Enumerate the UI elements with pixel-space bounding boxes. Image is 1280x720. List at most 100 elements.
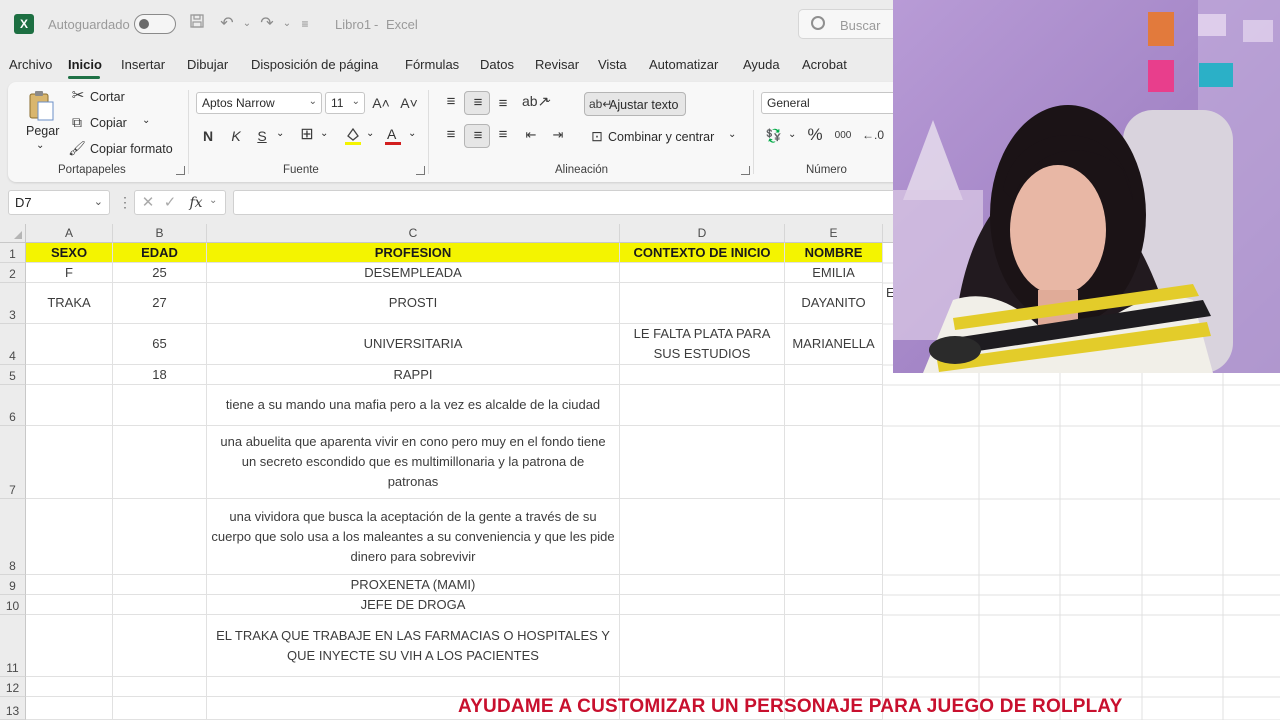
accounting-format-icon[interactable]: 💱 [764, 127, 784, 145]
cell-c7[interactable]: una abuelita que aparenta vivir en cono … [207, 426, 620, 499]
more-options-icon[interactable]: ⋮ [118, 194, 132, 211]
cell-a4[interactable] [26, 324, 113, 365]
cell-c11[interactable]: EL TRAKA QUE TRABAJE EN LAS FARMACIAS O … [207, 615, 620, 677]
undo-icon[interactable]: ↶ [216, 13, 238, 35]
copy-button[interactable]: Copiar [90, 116, 127, 130]
font-launcher-icon[interactable] [416, 166, 425, 175]
cell-a2[interactable]: F [26, 263, 113, 283]
cut-button[interactable]: Cortar [90, 90, 125, 104]
cell-a8[interactable] [26, 499, 113, 575]
tab-inicio[interactable]: Inicio [68, 57, 102, 72]
cell-d2[interactable] [620, 263, 785, 283]
cell-a13[interactable] [26, 697, 113, 720]
cell-c4[interactable]: UNIVERSITARIA [207, 324, 620, 365]
copy-dropdown-icon[interactable]: ⌄ [142, 115, 150, 126]
paste-icon[interactable] [27, 90, 55, 122]
cell-d9[interactable] [620, 575, 785, 595]
cell-d7[interactable] [620, 426, 785, 499]
cell-e11[interactable] [785, 615, 883, 677]
font-size-select[interactable]: 11 ⌄ [325, 92, 365, 114]
cell-b2[interactable]: 25 [113, 263, 207, 283]
column-header-a[interactable]: A [26, 224, 113, 243]
alignment-launcher-icon[interactable] [741, 166, 750, 175]
clipboard-launcher-icon[interactable] [176, 166, 185, 175]
row-header-13[interactable]: 13 [0, 697, 26, 720]
cell-a11[interactable] [26, 615, 113, 677]
cell-b4[interactable]: 65 [113, 324, 207, 365]
cell-e7[interactable] [785, 426, 883, 499]
cell-a9[interactable] [26, 575, 113, 595]
undo-dropdown-icon[interactable]: ⌄ [236, 13, 258, 35]
header-cell-sexo[interactable]: SEXO [26, 243, 113, 263]
tab-datos[interactable]: Datos [480, 57, 514, 72]
row-header-1[interactable]: 1 [0, 243, 26, 263]
row-header-8[interactable]: 8 [0, 499, 26, 575]
cell-d4[interactable]: LE FALTA PLATA PARA SUS ESTUDIOS [620, 324, 785, 365]
select-all-corner[interactable] [0, 224, 26, 243]
align-top-icon[interactable]: ≡ [442, 93, 460, 111]
cell-d11[interactable] [620, 615, 785, 677]
align-bottom-icon[interactable]: ≡ [494, 95, 512, 113]
cell-b9[interactable] [113, 575, 207, 595]
cell-a7[interactable] [26, 426, 113, 499]
cell-b6[interactable] [113, 385, 207, 426]
cell-a5[interactable] [26, 365, 113, 385]
row-header-7[interactable]: 7 [0, 426, 26, 499]
paste-dropdown-icon[interactable]: ⌄ [36, 140, 44, 151]
row-header-5[interactable]: 5 [0, 365, 26, 385]
cell-a3[interactable]: TRAKA [26, 283, 113, 324]
row-header-9[interactable]: 9 [0, 575, 26, 595]
header-cell-nombre[interactable]: NOMBRE [785, 243, 883, 263]
header-cell-profesion[interactable]: PROFESION [207, 243, 620, 263]
cell-b11[interactable] [113, 615, 207, 677]
cell-d12[interactable] [620, 677, 785, 697]
borders-dropdown-icon[interactable]: ⌄ [320, 128, 328, 139]
paste-button[interactable]: Pegar [26, 124, 59, 138]
cell-b12[interactable] [113, 677, 207, 697]
cell-e5[interactable] [785, 365, 883, 385]
cell-a6[interactable] [26, 385, 113, 426]
header-cell-contexto[interactable]: CONTEXTO DE INICIO [620, 243, 785, 263]
header-cell-edad[interactable]: EDAD [113, 243, 207, 263]
tab-archivo[interactable]: Archivo [9, 57, 52, 72]
column-header-b[interactable]: B [113, 224, 207, 243]
row-header-4[interactable]: 4 [0, 324, 26, 365]
column-header-e[interactable]: E [785, 224, 883, 243]
cell-c3[interactable]: PROSTI [207, 283, 620, 324]
row-header-12[interactable]: 12 [0, 677, 26, 697]
bold-button[interactable]: N [201, 127, 215, 145]
fx-dropdown-icon[interactable]: ⌄ [209, 195, 217, 206]
tab-acrobat[interactable]: Acrobat [802, 57, 847, 72]
row-header-6[interactable]: 6 [0, 385, 26, 426]
cancel-icon[interactable]: ✕ [141, 194, 155, 212]
cell-c6[interactable]: tiene a su mando una mafia pero a la vez… [207, 385, 620, 426]
column-header-c[interactable]: C [207, 224, 620, 243]
tab-formulas[interactable]: Fórmulas [405, 57, 459, 72]
tab-disposicion[interactable]: Disposición de página [251, 57, 378, 72]
increase-font-icon[interactable]: A˄ [372, 94, 390, 112]
tab-vista[interactable]: Vista [598, 57, 627, 72]
cell-d8[interactable] [620, 499, 785, 575]
save-icon[interactable] [186, 13, 208, 35]
tab-ayuda[interactable]: Ayuda [743, 57, 780, 72]
cell-e8[interactable] [785, 499, 883, 575]
percent-button[interactable]: % [805, 126, 825, 144]
font-color-dropdown-icon[interactable]: ⌄ [408, 128, 416, 139]
tab-revisar[interactable]: Revisar [535, 57, 579, 72]
align-center-button[interactable]: ≡ [464, 124, 490, 148]
orientation-icon[interactable]: ab↗ [522, 92, 549, 110]
italic-button[interactable]: K [229, 127, 243, 145]
customize-toolbar-icon[interactable]: ≡ [294, 13, 316, 35]
wrap-text-button[interactable]: ab↵ Ajustar texto [584, 92, 686, 116]
borders-icon[interactable]: ⊞ [298, 126, 316, 144]
cell-d3[interactable] [620, 283, 785, 324]
cell-e12[interactable] [785, 677, 883, 697]
cell-c8[interactable]: una vividora que busca la aceptación de … [207, 499, 620, 575]
tab-dibujar[interactable]: Dibujar [187, 57, 228, 72]
tab-insertar[interactable]: Insertar [121, 57, 165, 72]
cell-b13[interactable] [113, 697, 207, 720]
cell-c12[interactable] [207, 677, 620, 697]
cell-b10[interactable] [113, 595, 207, 615]
cell-a12[interactable] [26, 677, 113, 697]
tab-automatizar[interactable]: Automatizar [649, 57, 718, 72]
